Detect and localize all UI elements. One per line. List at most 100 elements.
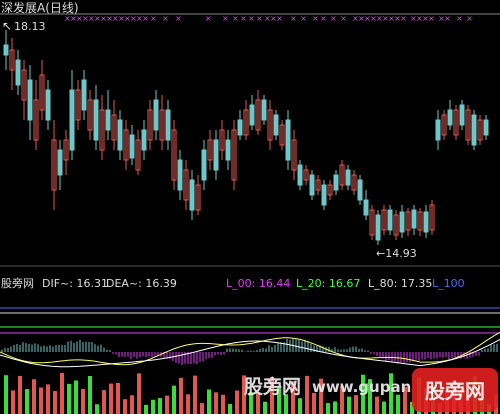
signal-marker: ×	[290, 14, 297, 23]
volume-bar	[123, 399, 127, 414]
candle-body	[177, 159, 183, 191]
dif-value: DIF~: 16.31	[42, 277, 108, 290]
signal-marker: ×	[466, 14, 473, 23]
candle-body	[285, 119, 291, 161]
signal-marker: ×	[312, 14, 319, 23]
candle-body	[447, 109, 453, 126]
signal-marker: ×	[428, 14, 435, 23]
candle-body	[189, 179, 195, 211]
candle-body	[81, 79, 87, 111]
volume-bar	[102, 390, 106, 414]
candle-body	[375, 214, 381, 241]
signal-marker: ×	[205, 14, 212, 23]
stock-chart-screen: × × × × × × × × × × × × × × × × × × × × × × × × × × × × × × × × × × × × × × × ×…	[0, 0, 500, 414]
volume-bar	[67, 383, 71, 414]
volume-bar	[326, 403, 330, 414]
candle-body	[411, 209, 417, 229]
signal-marker: ×	[232, 14, 239, 23]
watermark-text: 股旁网	[244, 375, 301, 398]
volume-bar	[200, 403, 204, 414]
stock-title: 深发展A(日线)	[1, 0, 79, 15]
candle-body	[273, 114, 279, 136]
macd-histogram	[1, 338, 498, 366]
candle-body	[153, 99, 159, 131]
signal-marker: ×	[320, 14, 327, 23]
volume-bar	[235, 390, 239, 414]
candle-body	[483, 119, 489, 136]
volume-bar	[95, 404, 99, 414]
candle-body	[57, 149, 63, 176]
volume-bar	[221, 394, 225, 414]
low-price-label: ←14.93	[376, 247, 417, 260]
volume-bar	[165, 395, 169, 414]
l20-value: L_20: 16.67	[296, 277, 360, 290]
signal-marker: ×	[400, 14, 407, 23]
dif-line	[0, 331, 500, 366]
volume-bar	[39, 387, 43, 414]
volume-bar	[88, 375, 92, 414]
candle-body	[363, 199, 369, 216]
dea-value: DEA~: 16.39	[106, 277, 177, 290]
volume-bar	[179, 377, 183, 414]
volume-bar	[375, 396, 379, 414]
candle-body	[249, 104, 255, 126]
volume-bar	[382, 401, 386, 414]
signal-marker: ×	[142, 14, 149, 23]
signal-marker: ×	[162, 14, 169, 23]
signal-marker: ×	[276, 14, 283, 23]
volume-bar	[186, 394, 190, 414]
candle-body	[3, 44, 9, 56]
candle-body	[297, 164, 303, 186]
candle-body	[435, 119, 441, 141]
candle-body	[471, 114, 477, 146]
volume-bar	[11, 390, 15, 414]
signal-marker: ×	[300, 14, 307, 23]
volume-bar	[18, 375, 22, 414]
candlestick-area[interactable]	[3, 30, 489, 245]
signal-marker: ×	[150, 14, 157, 23]
volume-bar	[263, 401, 267, 414]
candle-body	[333, 174, 339, 191]
signal-marker: ×	[340, 14, 347, 23]
volume-bar	[354, 395, 358, 414]
candle-body	[225, 139, 231, 161]
volume-bar	[305, 375, 309, 414]
volume-bar	[46, 384, 50, 414]
candle-body	[345, 169, 351, 186]
high-price-label: 18.13	[14, 20, 46, 33]
volume-bar	[158, 398, 162, 414]
candle-body	[201, 149, 207, 181]
l80-value: L_80: 17.35	[368, 277, 432, 290]
signal-marker: ×	[256, 14, 263, 23]
signal-marker: ×	[456, 14, 463, 23]
volume-bar	[396, 394, 400, 414]
indicator-name: 股旁网	[1, 276, 34, 290]
arrow-up-left-icon: ↖	[2, 19, 12, 33]
candle-body	[321, 184, 327, 206]
candle-body	[15, 59, 21, 86]
volume-bar	[74, 380, 78, 414]
volume-bar	[130, 395, 134, 414]
volume-bar	[207, 389, 211, 414]
volume-bar	[137, 373, 141, 414]
signal-marker: ×	[330, 14, 337, 23]
l100-value: L_100	[432, 277, 465, 290]
volume-bar	[81, 388, 85, 414]
candle-body	[105, 109, 111, 131]
volume-bar	[25, 389, 29, 414]
volume-bar	[4, 375, 8, 414]
candle-body	[69, 89, 75, 151]
candle-body	[93, 99, 99, 141]
candle-body	[27, 79, 33, 121]
volume-bar	[228, 403, 232, 414]
volume-bar	[193, 375, 197, 414]
volume-bar	[298, 398, 302, 414]
candle-body	[141, 129, 147, 151]
volume-bar	[60, 372, 64, 414]
signal-marker: ×	[240, 14, 247, 23]
candle-body	[213, 139, 219, 171]
volume-bar	[151, 399, 155, 414]
volume-bar	[312, 393, 316, 414]
volume-bar	[333, 401, 337, 414]
candle-body	[387, 209, 393, 231]
